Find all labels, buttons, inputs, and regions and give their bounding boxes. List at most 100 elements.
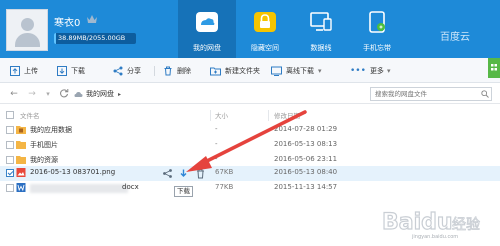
file-date: 2015-11-13 14:57 [274, 183, 338, 191]
search-input[interactable] [370, 87, 492, 101]
row-checkbox[interactable] [6, 141, 14, 149]
lock-icon [254, 12, 276, 32]
tab-label: 我的网盘 [193, 44, 221, 52]
divider [210, 110, 211, 121]
breadcrumb[interactable]: 我的网盘 ▸ [74, 88, 121, 100]
search-icon[interactable] [481, 90, 489, 98]
username[interactable]: 寒衣0 [54, 14, 80, 29]
phone-icon [369, 11, 385, 33]
word-file-icon [16, 183, 26, 192]
file-date: 2016-05-13 08:13 [274, 140, 338, 148]
file-date: 2016-05-06 23:11 [274, 155, 338, 163]
share-button[interactable]: 分享 [113, 65, 141, 77]
file-list-header: 文件名 大小 修改日期 [0, 110, 500, 122]
share-icon[interactable] [162, 168, 173, 179]
watermark-url: jingyan.baidu.com [412, 234, 459, 240]
offline-download-icon [271, 66, 282, 76]
new-folder-button[interactable]: 新建文件夹 [210, 65, 260, 77]
new-folder-label: 新建文件夹 [225, 67, 260, 75]
svg-text:经验: 经验 [452, 217, 480, 233]
redacted-filename [30, 184, 128, 193]
forward-arrow-icon[interactable]: → [26, 88, 38, 100]
file-size: 77KB [215, 183, 234, 191]
tab-data-cable[interactable]: 数据线 [292, 0, 350, 58]
delete-button[interactable]: 删除 [163, 65, 191, 77]
header-bar: 寒衣0 38.89MB/2055.00GB 我的网盘 隐藏空间 数据线 手机忘带… [0, 0, 500, 58]
file-name[interactable]: 手机图片 [30, 140, 58, 150]
offline-download-button[interactable]: 离线下载 ▾ [271, 65, 322, 77]
monitor-icon [310, 12, 332, 31]
column-date-header[interactable]: 修改日期 [274, 110, 300, 120]
quota-text: 38.89MB/2055.00GB [58, 34, 126, 42]
delete-label: 删除 [177, 67, 191, 75]
file-size: - [215, 155, 218, 163]
storage-quota-bar: 38.89MB/2055.00GB [54, 33, 136, 44]
file-size: - [215, 140, 218, 148]
column-name-header[interactable]: 文件名 [20, 110, 40, 120]
upload-icon [10, 66, 20, 76]
file-size: 67KB [215, 168, 234, 176]
cloud-drive-icon [196, 12, 218, 32]
tab-label: 隐藏空间 [251, 44, 279, 52]
table-row[interactable]: docx 77KB 2015-11-13 14:57 [0, 181, 500, 196]
chevron-down-icon: ▾ [318, 67, 322, 75]
share-label: 分享 [127, 67, 141, 75]
brand-text: 百度云 [440, 32, 470, 43]
divider [268, 110, 269, 121]
upload-button[interactable]: 上传 [10, 65, 38, 77]
chevron-right-icon[interactable]: ▸ [118, 91, 121, 98]
back-arrow-icon[interactable]: ← [8, 88, 20, 100]
new-folder-icon [210, 67, 221, 76]
folder-icon [16, 156, 26, 164]
column-size-header[interactable]: 大小 [215, 110, 228, 120]
tab-hidden-space[interactable]: 隐藏空间 [236, 0, 294, 58]
more-button[interactable]: ••• 更多 ▾ [350, 65, 390, 77]
download-icon [57, 66, 67, 76]
address-bar: ← → ▾ 我的网盘 ▸ [0, 84, 500, 104]
tab-phone-forgot[interactable]: 手机忘带 [348, 0, 406, 58]
side-panel-toggle[interactable] [488, 58, 500, 78]
file-date: 2016-05-13 08:40 [274, 168, 338, 176]
chevron-down-icon: ▾ [386, 67, 391, 75]
offline-download-label: 离线下载 [286, 67, 314, 75]
row-checkbox[interactable] [6, 126, 14, 134]
divider [154, 66, 155, 76]
file-name[interactable]: 我的应用数据 [30, 125, 72, 135]
more-label: 更多 [369, 67, 384, 75]
upload-label: 上传 [24, 67, 38, 75]
svg-text:Baidu: Baidu [382, 210, 453, 235]
file-name[interactable]: 我的资源 [30, 155, 58, 165]
row-checkbox[interactable] [6, 169, 14, 177]
tab-label: 手机忘带 [363, 44, 391, 52]
breadcrumb-root[interactable]: 我的网盘 [86, 89, 114, 99]
grid-icon [491, 64, 497, 71]
more-dots-icon: ••• [350, 66, 366, 76]
file-date: 2014-07-28 01:29 [274, 125, 338, 133]
folder-icon [16, 141, 26, 149]
trash-icon[interactable] [195, 168, 206, 179]
trash-icon [164, 66, 172, 76]
row-checkbox[interactable] [6, 156, 14, 164]
image-file-icon [16, 168, 26, 177]
select-all-checkbox[interactable] [6, 111, 14, 119]
share-icon [113, 66, 123, 76]
app-folder-icon [16, 126, 26, 134]
baidu-jingyan-watermark: Baidu 经验 [381, 209, 480, 235]
download-label: 下载 [71, 67, 85, 75]
refresh-icon[interactable] [58, 88, 70, 100]
tab-my-drive[interactable]: 我的网盘 [178, 0, 236, 58]
row-checkbox[interactable] [6, 184, 14, 192]
tab-label: 数据线 [310, 44, 332, 52]
file-name[interactable]: 2016-05-13 083701.png [30, 168, 115, 176]
table-row[interactable]: 2016-05-13 083701.png 67KB 2016-05-13 08… [0, 166, 500, 181]
download-icon[interactable] [178, 168, 189, 179]
table-row[interactable]: 手机图片 - 2016-05-13 08:13 [0, 138, 500, 153]
file-name[interactable]: docx [122, 183, 139, 191]
download-button[interactable]: 下载 [57, 65, 85, 77]
table-row[interactable]: 我的应用数据 - 2014-07-28 01:29 [0, 123, 500, 138]
file-size: - [215, 125, 218, 133]
dropdown-arrow-icon[interactable]: ▾ [42, 88, 54, 100]
toolbar: 上传 下载 分享 删除 新建文件夹 离线下载 ▾ ••• 更多 ▾ [0, 58, 500, 83]
quota-fill [54, 33, 56, 44]
avatar[interactable] [6, 9, 48, 51]
